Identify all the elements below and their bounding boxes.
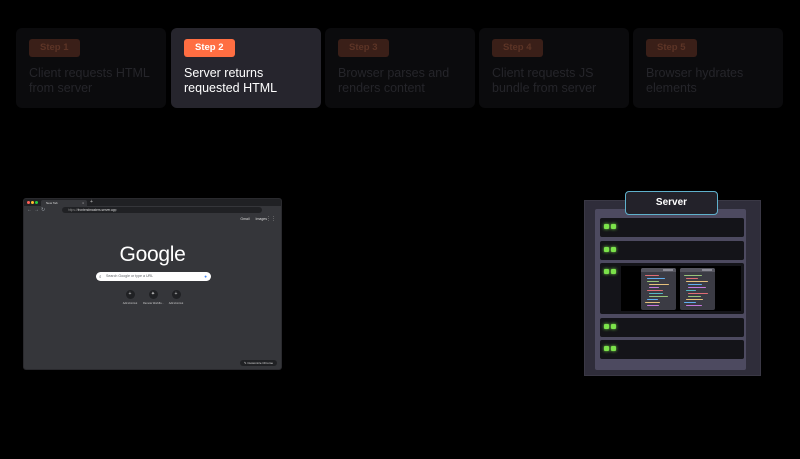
server-rack-unit-open [600, 263, 744, 314]
step-list: Step 1 Client requests HTML from server … [16, 28, 784, 108]
step-1-card[interactable]: Step 1 Client requests HTML from server [16, 28, 166, 108]
step-4-card[interactable]: Step 4 Client requests JS bundle from se… [479, 28, 629, 108]
step-1-badge: Step 1 [29, 39, 80, 57]
google-toplinks: Gmail Images [235, 217, 267, 221]
server-rack-unit [600, 218, 744, 237]
close-window-dot[interactable] [27, 201, 30, 204]
step-5-card[interactable]: Step 5 Browser hydrates elements [633, 28, 783, 108]
status-led [604, 224, 609, 229]
shortcut-2[interactable]: ✦ Remote Workflo... [143, 290, 164, 305]
status-led [611, 346, 616, 351]
server-label: Server [625, 191, 718, 215]
maximize-window-dot[interactable] [35, 201, 38, 204]
shortcut-1-icon: + [125, 290, 135, 299]
status-led [611, 224, 616, 229]
step-2-badge: Step 2 [184, 39, 235, 57]
step-5-badge: Step 5 [646, 39, 697, 57]
browser-tabbar: New Tab × + [24, 199, 281, 206]
server-box [584, 200, 761, 376]
status-led [604, 247, 609, 252]
status-led [604, 324, 609, 329]
reload-icon[interactable]: ↻ [41, 207, 45, 213]
shortcut-3-icon: + [171, 290, 181, 299]
url-prefix: https:// [68, 208, 78, 212]
step-3-card[interactable]: Step 3 Browser parses and renders conten… [325, 28, 475, 108]
step-1-text: Client requests HTML from server [29, 66, 150, 95]
apps-icon[interactable]: ⋮⋮ [266, 216, 276, 222]
code-window-titlebar [641, 268, 676, 272]
status-led [611, 324, 616, 329]
customize-label: Customize Chrome [247, 361, 273, 365]
browser-window: New Tab × + ← → ↻ https://frontendmaster… [23, 198, 282, 370]
status-led [604, 269, 609, 274]
customize-chrome-button[interactable]: ✎ Customize Chrome [239, 360, 277, 366]
server-rack-unit [600, 241, 744, 260]
shortcut-3[interactable]: + Add shortcut [166, 290, 186, 305]
google-logo: Google [119, 243, 186, 266]
server-rack-unit [600, 318, 744, 337]
status-led [611, 269, 616, 274]
code-display [621, 266, 741, 311]
step-4-badge: Step 4 [492, 39, 543, 57]
shortcut-1-label: Add shortcut [122, 302, 138, 305]
step-3-text: Browser parses and renders content [338, 66, 450, 95]
step-2-text: Server returns requested HTML [184, 66, 278, 95]
minimize-window-dot[interactable] [31, 201, 34, 204]
url-text: frontendmasters.server.app [77, 208, 117, 212]
gmail-link[interactable]: Gmail [240, 217, 249, 221]
code-window-left [641, 268, 676, 310]
back-icon[interactable]: ← [27, 207, 32, 213]
search-placeholder: Search Google or type a URL [106, 274, 154, 278]
address-bar[interactable]: https://frontendmasters.server.app [62, 207, 262, 213]
step-2-card[interactable]: Step 2 Server returns requested HTML [171, 28, 321, 108]
code-window-right [680, 268, 715, 310]
shortcut-3-label: Add shortcut [168, 302, 184, 305]
status-led [604, 346, 609, 351]
mic-icon[interactable]: ● [204, 272, 207, 281]
shortcut-2-label: Remote Workflo... [143, 302, 164, 305]
code-window-titlebar [680, 268, 715, 272]
forward-icon[interactable]: → [34, 207, 39, 213]
tab-title: New Tab [46, 201, 58, 205]
shortcut-1[interactable]: + Add shortcut [120, 290, 140, 305]
shortcut-2-icon: ✦ [148, 290, 158, 299]
search-input[interactable]: ⌕ Search Google or type a URL ● [96, 272, 211, 281]
plus-icon[interactable]: + [90, 199, 93, 206]
step-5-text: Browser hydrates elements [646, 66, 744, 95]
search-icon: ⌕ [99, 274, 102, 279]
step-3-badge: Step 3 [338, 39, 389, 57]
server-rack-unit [600, 340, 744, 359]
step-4-text: Client requests JS bundle from server [492, 66, 597, 95]
status-led [611, 247, 616, 252]
browser-navbar: ← → ↻ https://frontendmasters.server.app [24, 206, 281, 214]
